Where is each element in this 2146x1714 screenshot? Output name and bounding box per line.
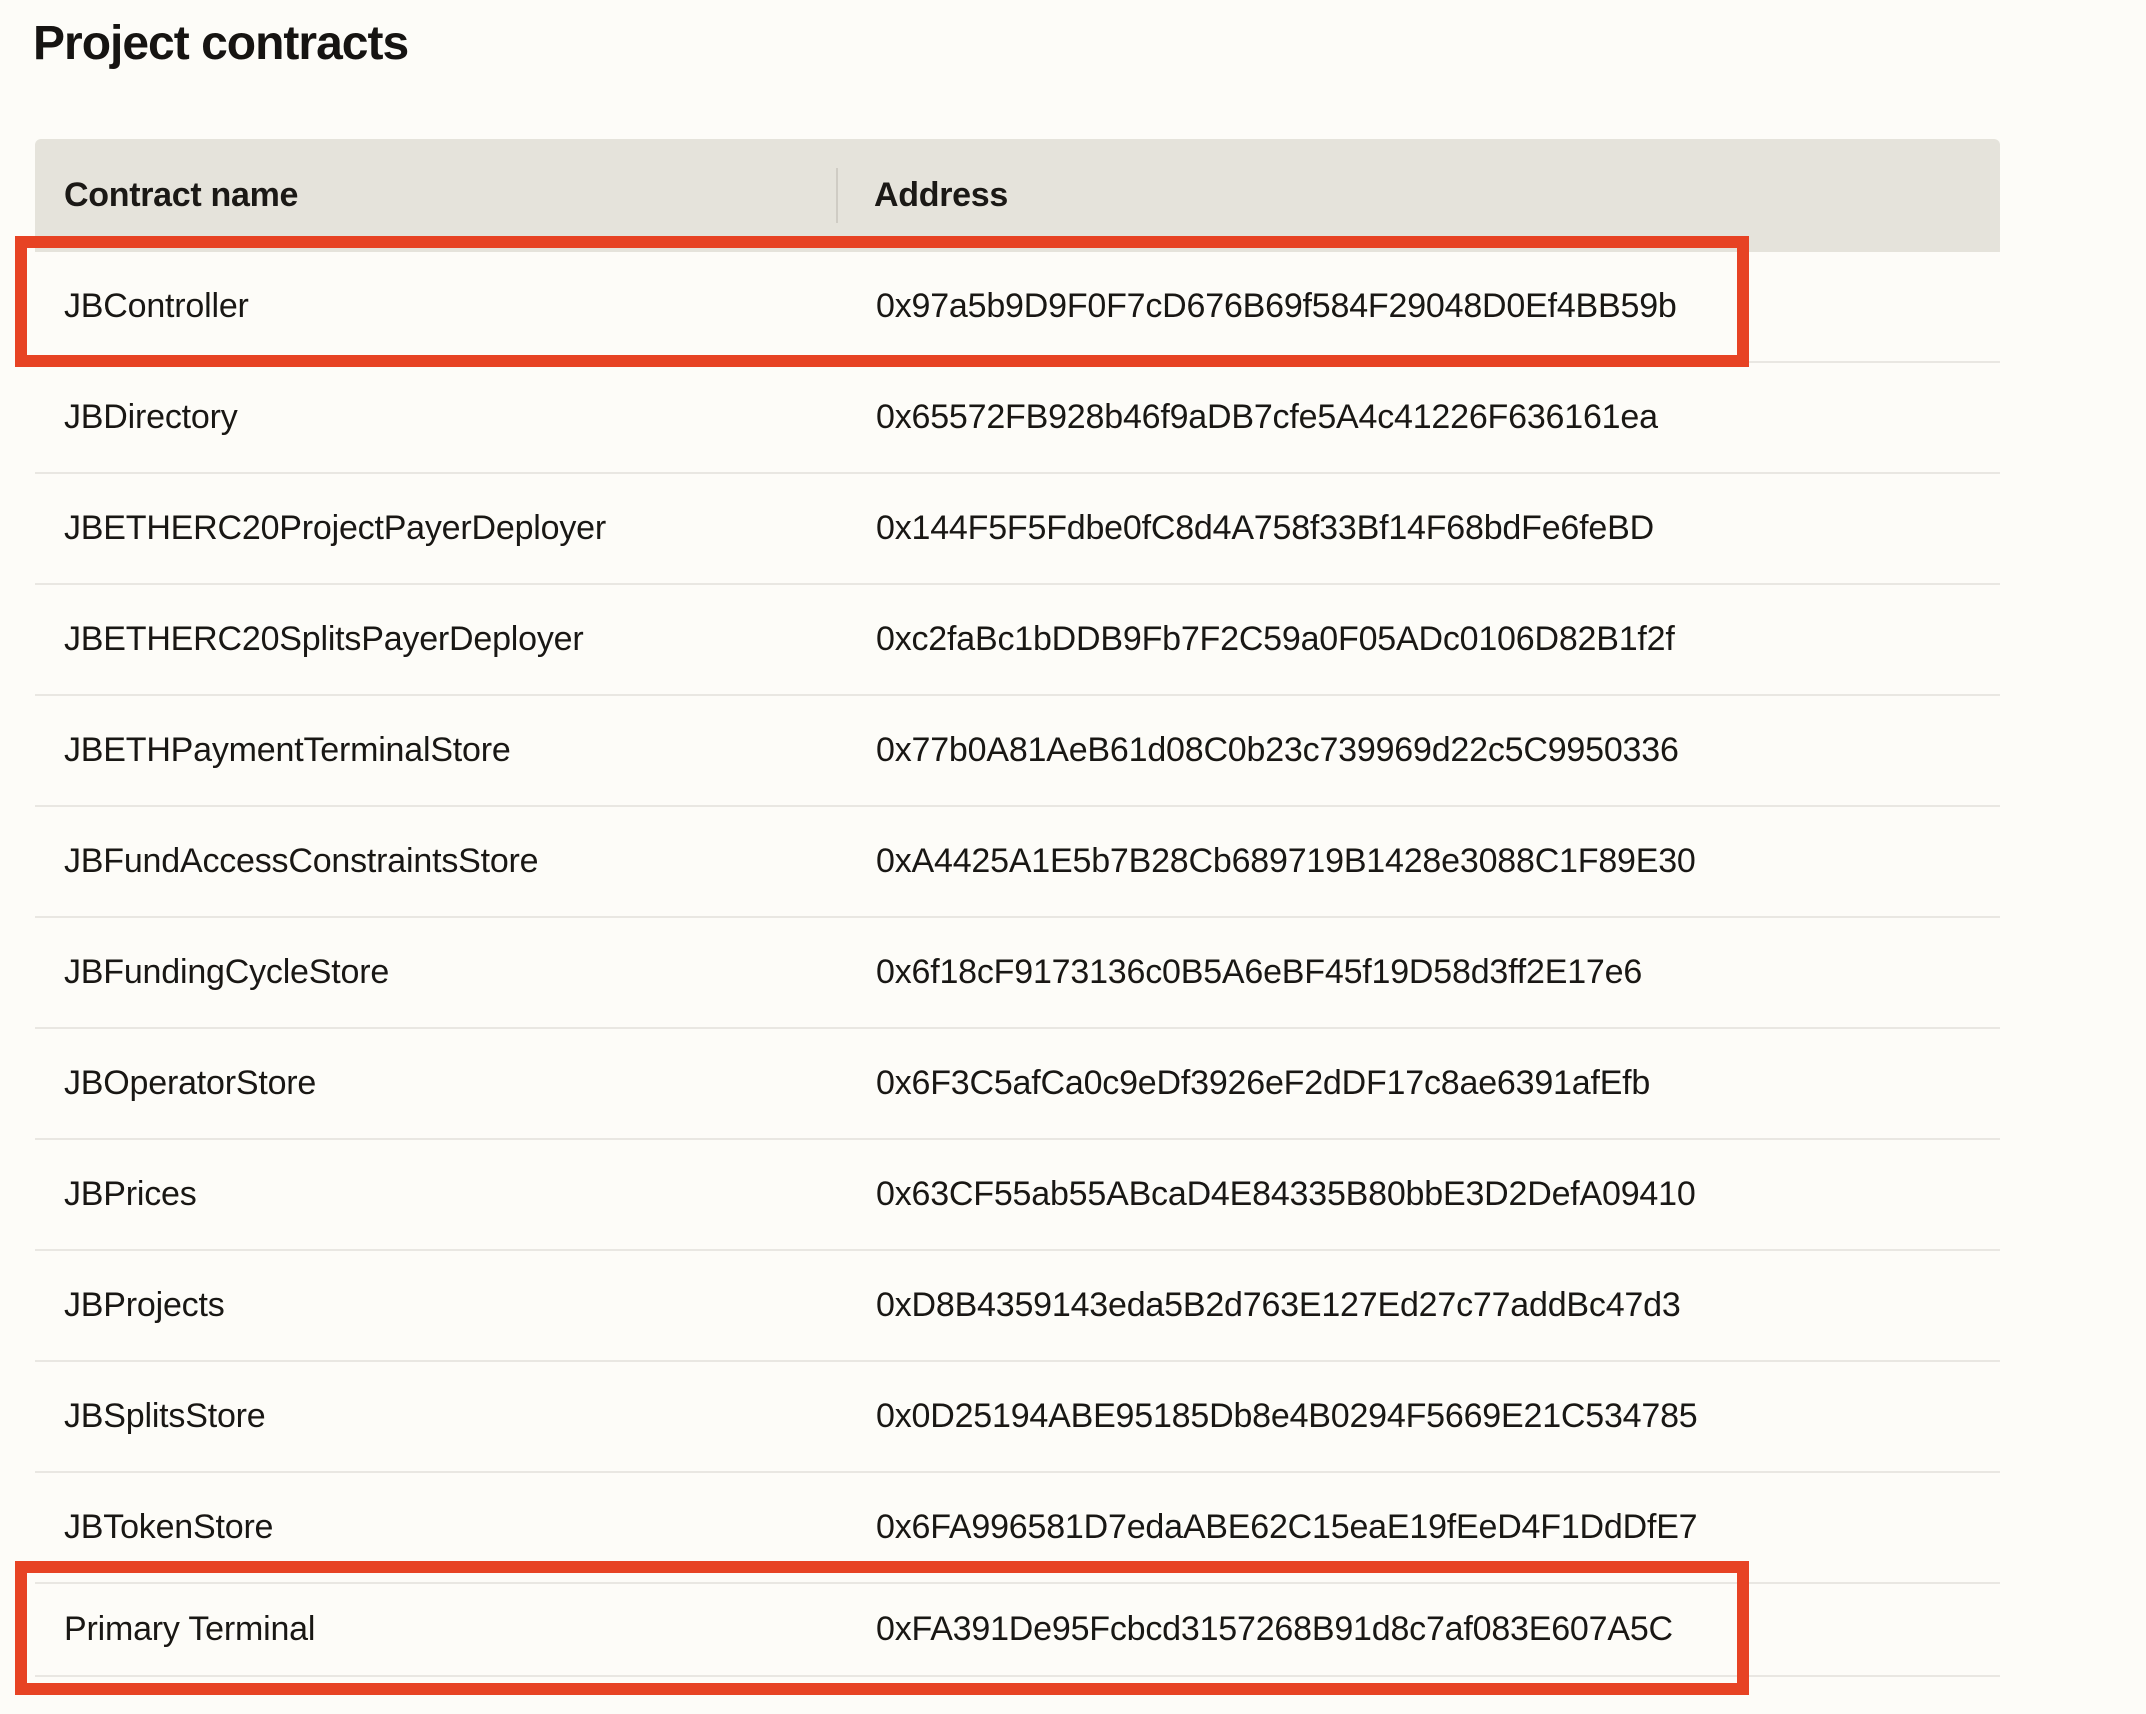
contract-name-cell: JBFundAccessConstraintsStore — [35, 842, 836, 881]
contract-address-cell: 0xD8B4359143eda5B2d763E127Ed27c77addBc47… — [836, 1286, 2000, 1325]
contract-address-cell: 0x63CF55ab55ABcaD4E84335B80bbE3D2DefA094… — [836, 1175, 2000, 1214]
table-row: JBSplitsStore 0x0D25194ABE95185Db8e4B029… — [35, 1362, 2000, 1473]
column-divider — [836, 168, 838, 223]
contract-address-cell: 0x65572FB928b46f9aDB7cfe5A4c41226F636161… — [836, 398, 2000, 437]
column-header-contract-name: Contract name — [35, 176, 836, 215]
table-row: JBController 0x97a5b9D9F0F7cD676B69f584F… — [35, 252, 2000, 363]
column-header-address: Address — [836, 176, 2000, 215]
contract-name-cell: JBETHPaymentTerminalStore — [35, 731, 836, 770]
contract-name-cell: JBETHERC20SplitsPayerDeployer — [35, 620, 836, 659]
table-row: JBTokenStore 0x6FA996581D7edaABE62C15eaE… — [35, 1473, 2000, 1584]
table-row: JBETHERC20ProjectPayerDeployer 0x144F5F5… — [35, 474, 2000, 585]
contract-name-cell: JBProjects — [35, 1286, 836, 1325]
table-row: JBProjects 0xD8B4359143eda5B2d763E127Ed2… — [35, 1251, 2000, 1362]
table-row: Primary Terminal 0xFA391De95Fcbcd3157268… — [35, 1584, 2000, 1677]
contract-name-cell: JBETHERC20ProjectPayerDeployer — [35, 509, 836, 548]
project-contracts-table: Contract name Address JBController 0x97a… — [35, 139, 2000, 1677]
contract-address-cell: 0xA4425A1E5b7B28Cb689719B1428e3088C1F89E… — [836, 842, 2000, 881]
contract-name-cell: JBTokenStore — [35, 1508, 836, 1547]
table-row: JBFundingCycleStore 0x6f18cF9173136c0B5A… — [35, 918, 2000, 1029]
contract-address-cell: 0xc2faBc1bDDB9Fb7F2C59a0F05ADc0106D82B1f… — [836, 620, 2000, 659]
contract-address-cell: 0x77b0A81AeB61d08C0b23c739969d22c5C99503… — [836, 731, 2000, 770]
contract-address-cell: 0x6f18cF9173136c0B5A6eBF45f19D58d3ff2E17… — [836, 953, 2000, 992]
contract-name-cell: JBPrices — [35, 1175, 836, 1214]
table-row: JBETHPaymentTerminalStore 0x77b0A81AeB61… — [35, 696, 2000, 807]
contract-name-cell: JBFundingCycleStore — [35, 953, 836, 992]
contract-address-cell: 0xFA391De95Fcbcd3157268B91d8c7af083E607A… — [836, 1610, 2000, 1649]
table-row: JBDirectory 0x65572FB928b46f9aDB7cfe5A4c… — [35, 363, 2000, 474]
contract-name-cell: Primary Terminal — [35, 1610, 836, 1649]
contract-address-cell: 0x0D25194ABE95185Db8e4B0294F5669E21C5347… — [836, 1397, 2000, 1436]
table-row: JBOperatorStore 0x6F3C5afCa0c9eDf3926eF2… — [35, 1029, 2000, 1140]
table-header-row: Contract name Address — [35, 139, 2000, 252]
contract-name-cell: JBController — [35, 287, 836, 326]
contract-address-cell: 0x6F3C5afCa0c9eDf3926eF2dDF17c8ae6391afE… — [836, 1064, 2000, 1103]
contract-address-cell: 0x97a5b9D9F0F7cD676B69f584F29048D0Ef4BB5… — [836, 287, 2000, 326]
contract-name-cell: JBSplitsStore — [35, 1397, 836, 1436]
table-row: JBPrices 0x63CF55ab55ABcaD4E84335B80bbE3… — [35, 1140, 2000, 1251]
table-row: JBETHERC20SplitsPayerDeployer 0xc2faBc1b… — [35, 585, 2000, 696]
table-row: JBFundAccessConstraintsStore 0xA4425A1E5… — [35, 807, 2000, 918]
contract-name-cell: JBOperatorStore — [35, 1064, 836, 1103]
contract-address-cell: 0x6FA996581D7edaABE62C15eaE19fEeD4F1DdDf… — [836, 1508, 2000, 1547]
page-title: Project contracts — [33, 16, 408, 71]
contract-name-cell: JBDirectory — [35, 398, 836, 437]
contract-address-cell: 0x144F5F5Fdbe0fC8d4A758f33Bf14F68bdFe6fe… — [836, 509, 2000, 548]
table-body: JBController 0x97a5b9D9F0F7cD676B69f584F… — [35, 252, 2000, 1677]
